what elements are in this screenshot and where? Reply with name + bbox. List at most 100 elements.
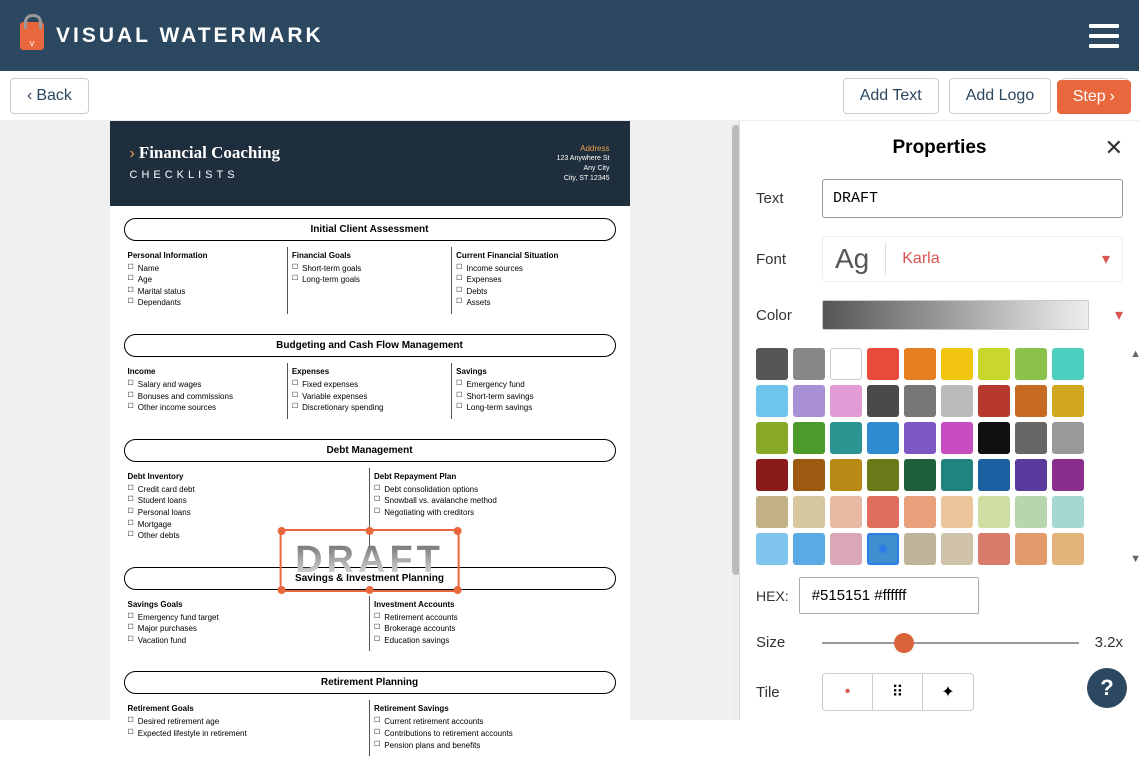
hamburger-menu-icon[interactable]	[1089, 24, 1119, 48]
color-swatch[interactable]	[904, 459, 936, 491]
watermark-text: DRAFT	[295, 539, 444, 582]
color-swatch[interactable]	[867, 496, 899, 528]
color-swatch[interactable]	[904, 422, 936, 454]
resize-handle-bl[interactable]	[277, 586, 285, 594]
add-logo-button[interactable]: Add Logo	[949, 78, 1052, 114]
doc-subtitle: CHECKLISTS	[130, 169, 281, 181]
color-swatch[interactable]	[941, 459, 973, 491]
color-swatch[interactable]	[1015, 348, 1047, 380]
color-swatch[interactable]	[904, 348, 936, 380]
resize-handle-br[interactable]	[454, 586, 462, 594]
section-column: ExpensesFixed expensesVariable expensesD…	[288, 363, 452, 419]
font-preview: Ag	[835, 243, 886, 275]
color-swatch[interactable]	[978, 422, 1010, 454]
color-swatch[interactable]	[941, 496, 973, 528]
color-swatch[interactable]	[867, 533, 899, 565]
section-columns: Retirement GoalsDesired retirement ageEx…	[110, 700, 630, 764]
color-swatch[interactable]	[941, 533, 973, 565]
color-swatch[interactable]	[867, 385, 899, 417]
color-swatch[interactable]	[830, 496, 862, 528]
next-step-button[interactable]: Step ›	[1057, 80, 1131, 114]
color-swatch[interactable]	[756, 422, 788, 454]
resize-handle-tl[interactable]	[277, 527, 285, 535]
section-header: Debt Management	[124, 439, 616, 462]
chevron-down-icon[interactable]: ▾	[1115, 305, 1123, 325]
color-swatch[interactable]	[978, 496, 1010, 528]
doc-header: ›Financial Coaching CHECKLISTS Address 1…	[110, 121, 630, 206]
color-swatch[interactable]	[793, 459, 825, 491]
font-selector[interactable]: Ag Karla ▾	[822, 236, 1123, 282]
color-swatches	[756, 348, 1123, 565]
color-swatch[interactable]	[793, 422, 825, 454]
color-swatch[interactable]	[830, 533, 862, 565]
color-swatch[interactable]	[941, 422, 973, 454]
color-swatch[interactable]	[867, 348, 899, 380]
swatch-scroll-up-icon[interactable]: ▲	[1130, 348, 1139, 360]
color-swatch[interactable]	[1052, 533, 1084, 565]
color-swatch[interactable]	[978, 459, 1010, 491]
color-swatch[interactable]	[756, 459, 788, 491]
color-swatch[interactable]	[1052, 496, 1084, 528]
color-swatch[interactable]	[756, 385, 788, 417]
document-preview: ›Financial Coaching CHECKLISTS Address 1…	[110, 121, 630, 720]
color-swatch[interactable]	[1015, 422, 1047, 454]
watermark-selection[interactable]: DRAFT	[279, 529, 460, 592]
resize-handle-tr[interactable]	[454, 527, 462, 535]
color-swatch[interactable]	[756, 533, 788, 565]
color-swatch[interactable]	[830, 385, 862, 417]
section-column: Retirement SavingsCurrent retirement acc…	[370, 700, 616, 756]
add-text-button[interactable]: Add Text	[843, 78, 939, 114]
color-swatch[interactable]	[904, 385, 936, 417]
color-swatch[interactable]	[1015, 496, 1047, 528]
color-swatch[interactable]	[867, 422, 899, 454]
canvas-area[interactable]: ›Financial Coaching CHECKLISTS Address 1…	[0, 121, 739, 720]
swatch-scroll-down-icon[interactable]: ▼	[1130, 553, 1139, 565]
color-swatch[interactable]	[830, 348, 862, 380]
color-swatch[interactable]	[1015, 459, 1047, 491]
color-swatch[interactable]	[867, 459, 899, 491]
color-swatch[interactable]	[1052, 385, 1084, 417]
size-slider[interactable]	[822, 642, 1079, 644]
color-swatch[interactable]	[904, 533, 936, 565]
color-swatch[interactable]	[830, 422, 862, 454]
tile-diagonal[interactable]: ✦	[923, 674, 973, 710]
panel-title: Properties	[893, 137, 987, 159]
text-label: Text	[756, 190, 806, 207]
color-swatch[interactable]	[793, 348, 825, 380]
color-swatch[interactable]	[793, 533, 825, 565]
size-label: Size	[756, 634, 806, 651]
resize-handle-t[interactable]	[365, 527, 373, 535]
color-swatch[interactable]	[978, 533, 1010, 565]
slider-thumb[interactable]	[894, 633, 914, 653]
tile-single[interactable]: •	[823, 674, 873, 710]
section-column: Retirement GoalsDesired retirement ageEx…	[124, 700, 371, 756]
logo-area: VISUAL WATERMARK	[20, 22, 324, 50]
help-button[interactable]: ?	[1087, 668, 1127, 708]
hex-input[interactable]	[799, 577, 979, 614]
back-button[interactable]: ‹ Back	[10, 78, 89, 114]
color-preview[interactable]	[822, 300, 1089, 330]
section-column: SavingsEmergency fundShort-term savingsL…	[452, 363, 615, 419]
color-swatch[interactable]	[1052, 348, 1084, 380]
color-swatch[interactable]	[978, 348, 1010, 380]
color-swatch[interactable]	[1015, 533, 1047, 565]
color-swatch[interactable]	[978, 385, 1010, 417]
color-swatch[interactable]	[1052, 459, 1084, 491]
text-input[interactable]	[822, 179, 1123, 218]
color-swatch[interactable]	[904, 496, 936, 528]
color-swatch[interactable]	[941, 385, 973, 417]
color-swatch[interactable]	[793, 496, 825, 528]
color-swatch[interactable]	[793, 385, 825, 417]
properties-panel: Properties ✕ Text Font Ag Karla ▾ Color …	[739, 121, 1139, 720]
color-swatch[interactable]	[941, 348, 973, 380]
section-header: Initial Client Assessment	[124, 218, 616, 241]
tile-grid[interactable]: ⠿	[873, 674, 923, 710]
font-label: Font	[756, 251, 806, 268]
color-swatch[interactable]	[756, 348, 788, 380]
color-swatch[interactable]	[1015, 385, 1047, 417]
color-swatch[interactable]	[1052, 422, 1084, 454]
color-swatch[interactable]	[756, 496, 788, 528]
close-icon[interactable]: ✕	[1105, 135, 1123, 161]
section-columns: Personal InformationNameAgeMarital statu…	[110, 247, 630, 322]
color-swatch[interactable]	[830, 459, 862, 491]
